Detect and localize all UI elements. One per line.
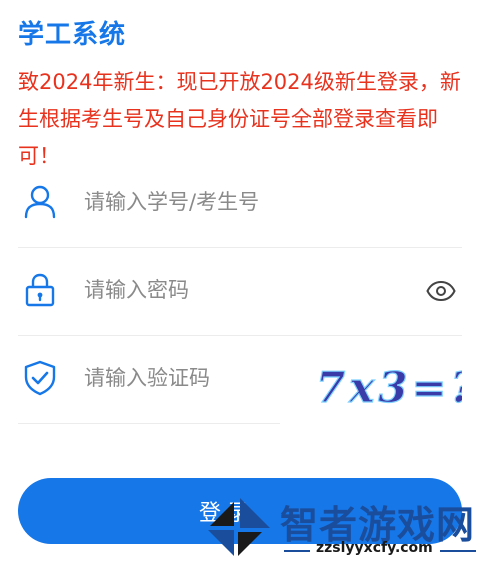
- new-student-notice: 致2024年新生：现已开放2024级新生登录，新生根据考生号及自己身份证号全部登…: [18, 70, 461, 168]
- watermark: 智者游戏网 zzslyyxcfy.com: [200, 488, 481, 564]
- password-input[interactable]: [84, 268, 384, 312]
- username-input[interactable]: [84, 180, 384, 224]
- app-title: 学工系统: [18, 20, 127, 50]
- captcha-input[interactable]: [84, 356, 264, 400]
- password-field: [18, 248, 462, 336]
- watermark-divider: [284, 550, 310, 552]
- captcha-text: 7x3=?: [316, 363, 462, 412]
- lock-icon: [25, 273, 55, 307]
- watermark-url: zzslyyxcfy.com: [316, 540, 433, 556]
- eye-icon[interactable]: [426, 280, 456, 302]
- captcha-image[interactable]: 7x3=?: [312, 356, 462, 416]
- shield-check-icon: [24, 360, 56, 396]
- username-field: [18, 160, 462, 248]
- watermark-logo-icon: [208, 498, 270, 556]
- watermark-divider: [440, 550, 476, 552]
- captcha-field: [18, 336, 280, 424]
- user-icon: [24, 185, 56, 219]
